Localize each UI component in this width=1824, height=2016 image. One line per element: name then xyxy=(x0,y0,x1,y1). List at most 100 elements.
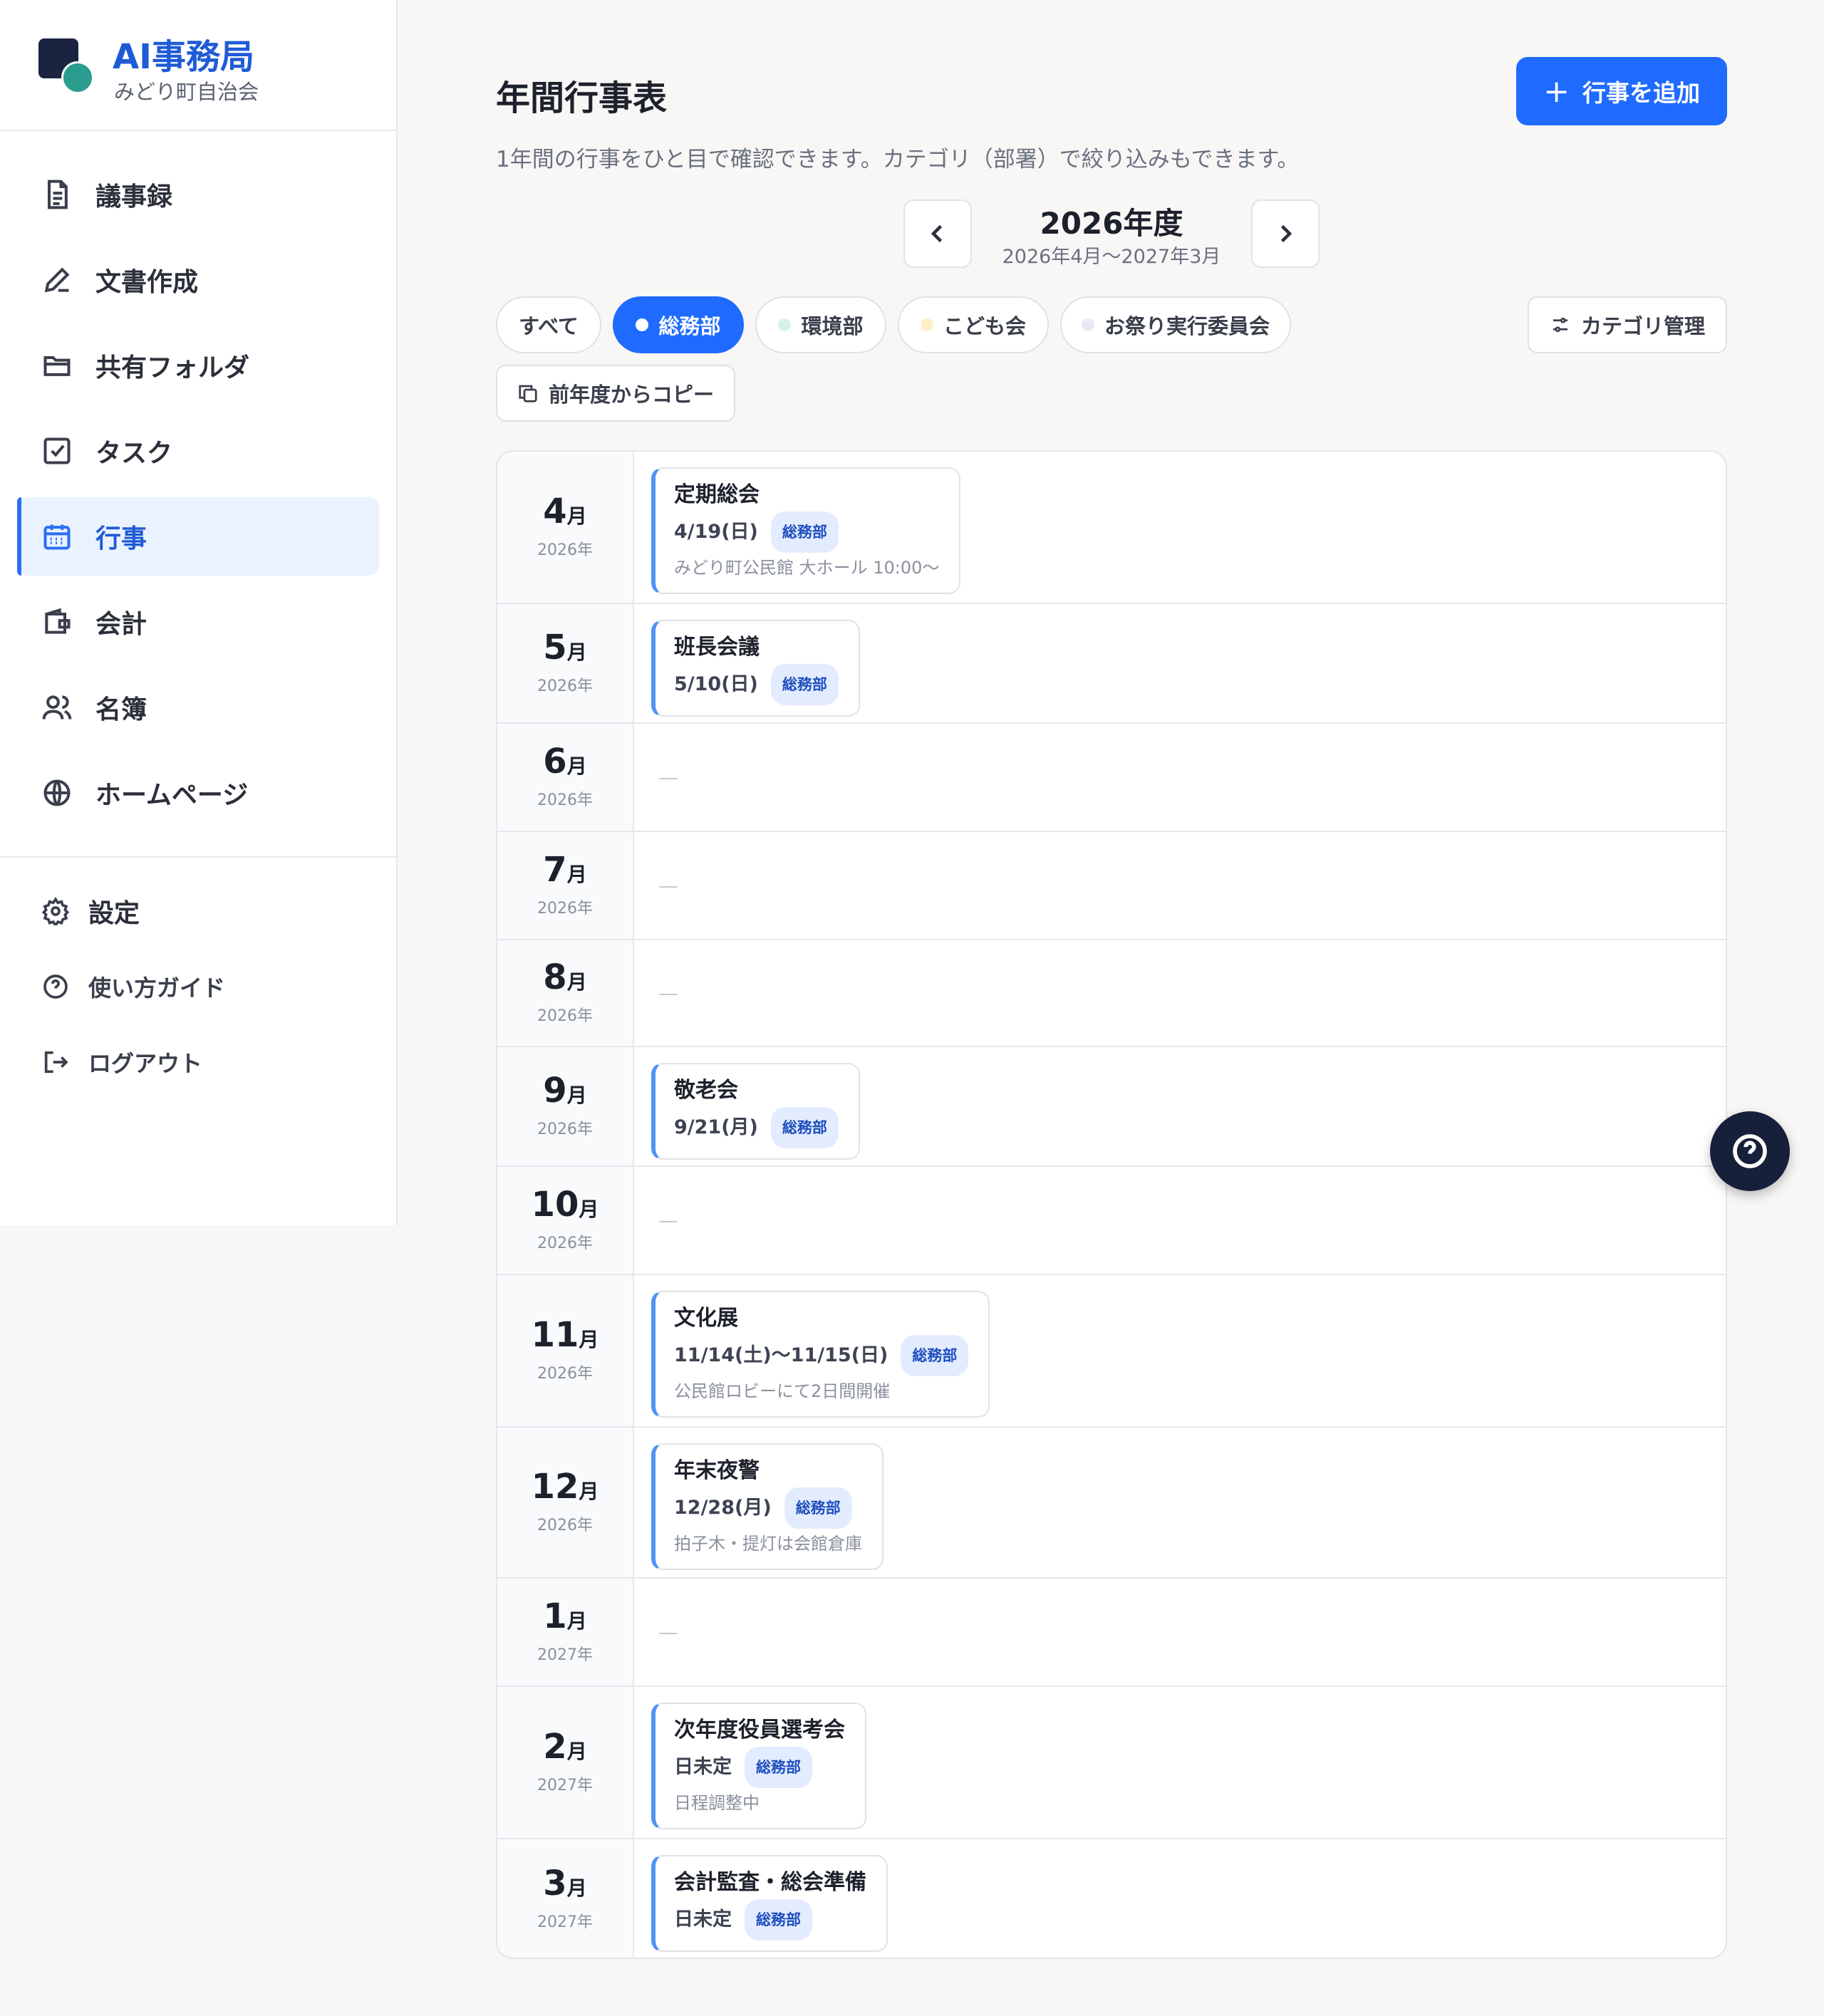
sidebar-item-accounting[interactable]: 会計 xyxy=(17,583,379,661)
month-row: 2月 2027年 次年度役員選考会 日未定 総務部 日程調整中 xyxy=(497,1687,1726,1839)
event-note: 日程調整中 xyxy=(674,1793,760,1813)
help-button[interactable] xyxy=(1710,1111,1790,1191)
sidebar-item-homepage[interactable]: ホームページ xyxy=(17,754,379,832)
month-label: 7月 xyxy=(543,853,586,887)
event-title: 定期総会 xyxy=(674,482,760,507)
filter-all[interactable]: すべて xyxy=(496,296,601,353)
month-number: 1 xyxy=(543,1596,567,1636)
month-year: 2027年 xyxy=(537,1777,593,1794)
event-meta: 日未定 総務部 xyxy=(674,1747,845,1788)
month-suffix: 月 xyxy=(579,1197,599,1221)
plus-icon: + xyxy=(1543,73,1570,110)
month-suffix: 月 xyxy=(566,504,587,528)
add-event-button[interactable]: + 行事を追加 xyxy=(1516,57,1727,125)
month-label: 10月 xyxy=(532,1188,599,1222)
month-number: 6 xyxy=(543,742,567,781)
month-year: 2026年 xyxy=(537,791,593,809)
sidebar-item-tasks[interactable]: タスク xyxy=(17,412,379,490)
category-badge: 総務部 xyxy=(784,1487,852,1529)
month-number: 10 xyxy=(531,1185,579,1225)
month-row: 4月 2026年 定期総会 4/19(日) 総務部 みどり町公民館 大ホール 10:00〜 xyxy=(497,452,1726,604)
users-icon xyxy=(40,690,74,724)
sidebar-item-documents[interactable]: 文書作成 xyxy=(17,241,379,319)
event-card[interactable]: 定期総会 4/19(日) 総務部 みどり町公民館 大ホール 10:00〜 xyxy=(651,467,961,594)
event-date: 5/10(日) xyxy=(674,673,758,695)
month-cell: 12月 2026年 xyxy=(497,1428,634,1577)
event-title: 会計監査・総会準備 xyxy=(674,1870,866,1895)
pen-icon xyxy=(40,263,74,297)
filter-kids-club[interactable]: こども会 xyxy=(898,296,1049,353)
sidebar-item-guide[interactable]: 使い方ガイド xyxy=(0,949,396,1024)
help-circle-icon xyxy=(40,971,71,1002)
event-date: 日未定 xyxy=(674,1908,732,1931)
filter-festival-committee[interactable]: お祭り実行委員会 xyxy=(1060,296,1291,353)
event-card[interactable]: 班長会議 5/10(日) 総務部 xyxy=(651,620,860,717)
page-title: 年間行事表 xyxy=(496,78,668,118)
month-label: 9月 xyxy=(543,1074,586,1108)
month-number: 11 xyxy=(531,1315,579,1355)
month-number: 3 xyxy=(543,1864,567,1903)
month-row: 3月 2027年 会計監査・総会準備 日未定 総務部 xyxy=(497,1839,1726,1958)
month-cell: 8月 2026年 xyxy=(497,940,634,1046)
sidebar-item-roster[interactable]: 名簿 xyxy=(17,668,379,747)
event-date: 日未定 xyxy=(674,1756,732,1778)
filter-general-affairs[interactable]: 総務部 xyxy=(613,296,744,353)
sidebar-item-minutes[interactable]: 議事録 xyxy=(17,155,379,234)
sidebar-item-settings[interactable]: 設定 xyxy=(0,873,396,949)
event-card[interactable]: 次年度役員選考会日未定 総務部日程調整中 xyxy=(651,1703,866,1829)
sidebar-item-label: 行事 xyxy=(95,524,147,554)
copy-previous-year-button[interactable]: 前年度からコピー xyxy=(496,365,735,422)
category-badge: 総務部 xyxy=(901,1335,969,1376)
month-suffix: 月 xyxy=(566,1084,587,1107)
sidebar-item-shared-folder[interactable]: 共有フォルダ xyxy=(17,326,379,405)
month-year: 2026年 xyxy=(537,1121,593,1138)
month-cell: 9月 2026年 xyxy=(497,1047,634,1165)
next-year-button[interactable] xyxy=(1251,199,1320,268)
month-year: 2026年 xyxy=(537,1007,593,1025)
copy-label: 前年度からコピー xyxy=(548,383,714,407)
sidebar-item-label: タスク xyxy=(95,439,173,468)
month-number: 12 xyxy=(531,1467,579,1507)
brand-subtitle: みどり町自治会 xyxy=(114,80,259,104)
month-year: 2026年 xyxy=(537,541,593,559)
event-title: 文化展 xyxy=(674,1306,738,1331)
event-meta: 日未定 総務部 xyxy=(674,1899,866,1940)
event-card[interactable]: 敬老会 9/21(月) 総務部 xyxy=(651,1063,860,1160)
event-card[interactable]: 文化展 11/14(土)〜11/15(日) 総務部 公民館ロビーにて2日間開催 xyxy=(651,1291,990,1418)
sidebar-item-label: 議事録 xyxy=(95,182,173,212)
month-row: 12月 2026年 年末夜警 12/28(月) 総務部 拍子木・提灯は会館倉庫 xyxy=(497,1428,1726,1579)
annual-events-table: 4月 2026年 定期総会 4/19(日) 総務部 みどり町公民館 大ホール 10:00〜… xyxy=(496,450,1727,1959)
month-year: 2026年 xyxy=(537,1235,593,1252)
event-card[interactable]: 年末夜警 12/28(月) 総務部 拍子木・提灯は会館倉庫 xyxy=(651,1443,884,1570)
month-label: 8月 xyxy=(543,960,586,994)
copy-icon xyxy=(519,385,537,402)
month-year: 2027年 xyxy=(537,1646,593,1664)
month-row: 7月 2026年 — xyxy=(497,832,1726,940)
category-manage-button[interactable]: カテゴリ管理 xyxy=(1528,296,1727,353)
month-number: 8 xyxy=(543,957,567,997)
sidebar-item-events[interactable]: 行事 xyxy=(17,497,379,576)
sidebar-item-label: 名簿 xyxy=(95,695,147,724)
event-note: 拍子木・提灯は会館倉庫 xyxy=(674,1534,862,1554)
month-cell: 6月 2026年 xyxy=(497,724,634,831)
calendar-icon xyxy=(40,519,74,554)
gear-icon xyxy=(40,895,71,927)
month-suffix: 月 xyxy=(566,1740,587,1763)
prev-year-button[interactable] xyxy=(903,199,972,268)
month-suffix: 月 xyxy=(566,970,587,994)
brand-title: AI事務局 xyxy=(113,37,255,77)
page-description: 1年間の行事をひと目で確認できます。カテゴリ（部署）で絞り込みもできます。 xyxy=(496,147,1300,172)
logout-icon xyxy=(40,1046,71,1078)
month-cell: 7月 2026年 xyxy=(497,832,634,939)
month-row: 1月 2027年 — xyxy=(497,1579,1726,1687)
empty-marker: — xyxy=(658,765,678,789)
event-card[interactable]: 会計監査・総会準備日未定 総務部 xyxy=(651,1855,888,1952)
filter-environment[interactable]: 環境部 xyxy=(755,296,886,353)
event-title: 次年度役員選考会 xyxy=(674,1718,845,1742)
sidebar-item-logout[interactable]: ログアウト xyxy=(0,1024,396,1100)
event-title: 年末夜警 xyxy=(674,1458,760,1483)
event-title: 敬老会 xyxy=(674,1078,738,1103)
fiscal-year-title: 2026年度 xyxy=(1040,206,1183,241)
month-suffix: 月 xyxy=(566,863,587,886)
month-row: 5月 2026年 班長会議 5/10(日) 総務部 xyxy=(497,604,1726,724)
